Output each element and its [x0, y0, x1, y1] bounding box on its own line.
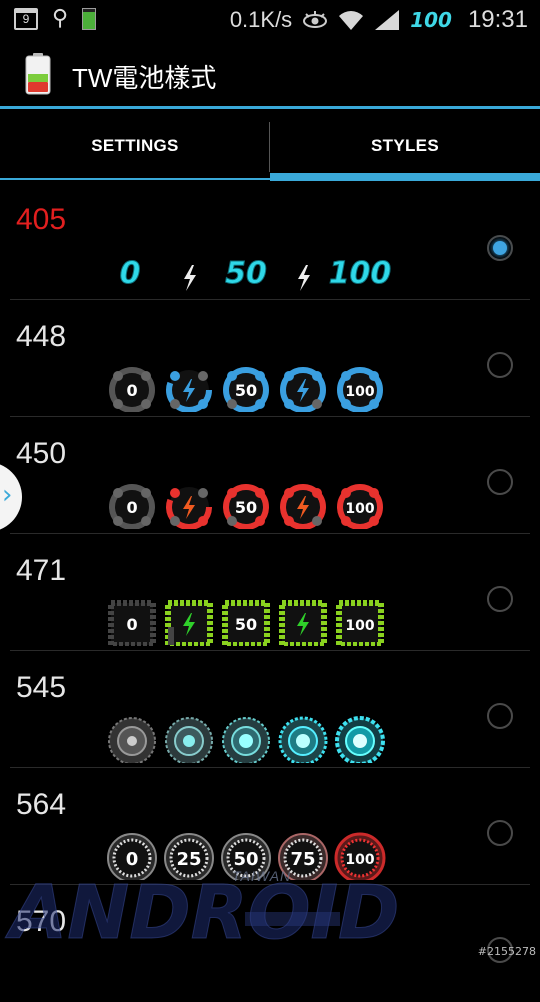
preview-label: 0 [126, 849, 139, 870]
battery-square [165, 600, 213, 646]
eye-icon [303, 11, 328, 28]
watermark-image-id: #2155278 [477, 945, 536, 958]
style-preview-545 [108, 716, 385, 763]
battery-level-badge: 100 [410, 8, 452, 32]
battery-ring [166, 484, 212, 529]
preview-label: 100 [345, 618, 374, 634]
reactor-icon [165, 717, 213, 763]
app-title: TW電池樣式 [72, 63, 217, 93]
style-row-448[interactable]: 448 0 50 100 [0, 300, 540, 417]
watermark-region: TAIWAN [232, 868, 292, 884]
clock: 19:31 [467, 6, 528, 33]
style-id: 448 [16, 320, 67, 353]
style-radio-448[interactable] [487, 352, 513, 378]
style-radio-564[interactable] [487, 820, 513, 846]
usb-icon: ⚲ [52, 6, 69, 31]
preview-label: 0 [126, 615, 137, 634]
tab-selected-indicator [270, 173, 540, 181]
style-preview-448: 0 50 100 [109, 367, 383, 412]
dial-icon: 0 [107, 833, 157, 880]
style-preview-405: 0 50 100 [119, 256, 392, 292]
tab-separator [269, 122, 270, 172]
preview-label: 100 [329, 256, 392, 291]
network-speed: 0.1K/s [229, 7, 293, 32]
battery-square: 100 [336, 600, 384, 646]
status-bar: 9 ⚲ 0.1K/s 100 19:31 [0, 0, 540, 40]
calendar-icon: 9 [14, 7, 38, 30]
reactor-icon [278, 716, 328, 763]
dial-icon: 25 [164, 833, 214, 880]
battery-small-icon [82, 7, 97, 30]
preview-label: 100 [345, 384, 374, 400]
style-id: 564 [16, 788, 67, 821]
style-preview-450: 0 50 100 [109, 484, 383, 529]
preview-label: 50 [235, 381, 257, 400]
chevron-right-icon: › [2, 480, 13, 510]
style-id: 471 [16, 554, 67, 587]
preview-label: 50 [235, 615, 257, 634]
style-radio-405[interactable] [487, 235, 513, 261]
battery-ring: 100 [337, 484, 383, 529]
style-radio-471[interactable] [487, 586, 513, 612]
preview-label: 50 [233, 849, 258, 870]
style-row-545[interactable]: 545 [0, 651, 540, 768]
tab-styles[interactable]: STYLES [270, 109, 540, 183]
reactor-icon [335, 716, 385, 763]
tab-styles-label: STYLES [371, 136, 439, 155]
dial-icon: 100 [334, 832, 386, 880]
style-id: 405 [16, 203, 67, 236]
preview-label: 0 [126, 381, 137, 400]
battery-square [279, 600, 327, 646]
bolt-icon [184, 265, 196, 291]
battery-ring: 50 [223, 367, 269, 412]
battery-app-icon[interactable] [24, 52, 52, 96]
preview-label: 0 [120, 256, 141, 291]
preview-label: 50 [225, 256, 267, 291]
action-bar: TW電池樣式 [0, 40, 540, 106]
battery-ring: 0 [109, 367, 155, 412]
preview-label: 100 [345, 501, 374, 517]
wifi-icon [339, 11, 364, 30]
tab-bar: SETTINGS STYLES [0, 109, 540, 183]
battery-ring [280, 484, 326, 529]
reactor-icon [108, 717, 156, 763]
tab-settings-label: SETTINGS [91, 136, 179, 155]
reactor-icon [222, 717, 270, 763]
battery-ring: 100 [337, 367, 383, 412]
preview-label: 100 [345, 852, 374, 868]
style-radio-450[interactable] [487, 469, 513, 495]
battery-square: 0 [108, 600, 156, 646]
battery-ring [166, 367, 212, 412]
style-row-450[interactable]: 450 0 50 100 [0, 417, 540, 534]
style-id: 450 [16, 437, 67, 470]
style-id: 545 [16, 671, 67, 704]
preview-label: 50 [235, 498, 257, 517]
battery-square: 50 [222, 600, 270, 646]
preview-label: 0 [126, 498, 137, 517]
style-row-471[interactable]: 471 0 50 100 [0, 534, 540, 651]
style-preview-471: 0 50 100 [108, 600, 384, 646]
preview-label: 75 [290, 849, 315, 870]
battery-ring [280, 367, 326, 412]
signal-icon [375, 10, 400, 30]
calendar-day: 9 [22, 11, 30, 26]
style-radio-545[interactable] [487, 703, 513, 729]
bolt-icon [298, 265, 310, 291]
battery-ring: 0 [109, 484, 155, 529]
style-row-570[interactable]: 570 [0, 885, 540, 1002]
style-row-405[interactable]: 405 0 50 100 [0, 183, 540, 300]
tab-settings[interactable]: SETTINGS [0, 109, 270, 183]
preview-label: 25 [176, 849, 201, 870]
battery-ring: 50 [223, 484, 269, 529]
style-id: 570 [16, 905, 67, 938]
